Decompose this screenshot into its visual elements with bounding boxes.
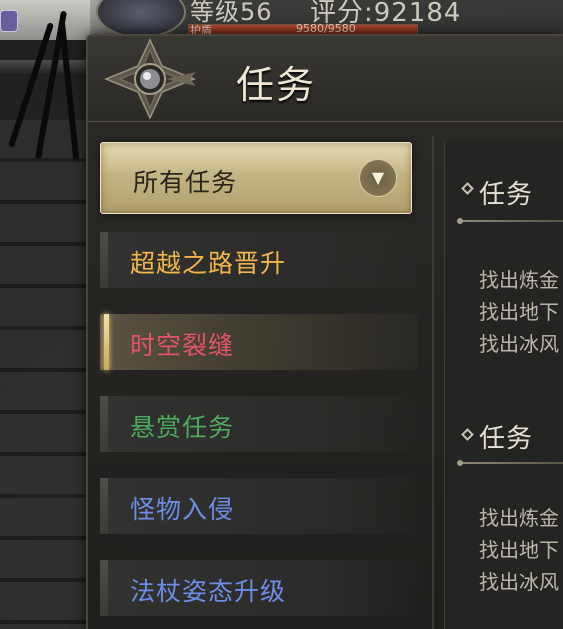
category-label: 时空裂缝 (130, 331, 235, 360)
panel-title: 任务 (236, 63, 317, 107)
diamond-bullet-icon (461, 428, 474, 441)
panel-divider (432, 136, 434, 629)
category-item[interactable]: 悬赏任务 (100, 396, 418, 452)
railing (0, 60, 96, 74)
category-bar (100, 396, 108, 452)
stone-wall (0, 120, 100, 629)
task-panel: 任务 所有任务 ▼ 超越之路晋升 时空裂缝 悬赏任务 怪物入侵 法杖姿态升级 任… (86, 34, 563, 629)
category-item[interactable]: 怪物入侵 (100, 478, 418, 534)
section-divider (457, 218, 563, 224)
category-label: 超越之路晋升 (130, 249, 287, 278)
task-filter-dropdown[interactable]: 所有任务 ▼ (100, 142, 412, 214)
category-item[interactable]: 法杖姿态升级 (100, 560, 418, 616)
panel-header: 任务 (88, 36, 563, 122)
objective-line: 找出地下 (479, 300, 559, 324)
objective-line: 找出冰风 (479, 570, 559, 594)
objective-line: 找出地下 (479, 538, 559, 562)
diamond-bullet-icon (461, 182, 474, 195)
task-category-list: 所有任务 ▼ 超越之路晋升 时空裂缝 悬赏任务 怪物入侵 法杖姿态升级 (98, 140, 428, 629)
objective-line: 找出冰风 (479, 332, 559, 356)
section-title: 任务 (479, 424, 534, 454)
category-bar (100, 478, 108, 534)
section-divider (457, 460, 563, 466)
category-bar-active (104, 314, 109, 370)
section-title: 任务 (479, 180, 534, 210)
map-marker-icon[interactable] (0, 10, 18, 32)
objective-line: 找出炼金 (479, 506, 559, 530)
category-label: 悬赏任务 (130, 413, 235, 442)
dropdown-arrow-icon[interactable]: ▼ (359, 159, 397, 197)
compass-emblem-icon (104, 38, 196, 120)
category-label: 怪物入侵 (130, 495, 235, 524)
objective-line: 找出炼金 (479, 268, 559, 292)
task-detail-pane: 任务 找出炼金 找出地下 找出冰风 任务 找出炼金 找出地下 找出冰风 (444, 140, 563, 629)
task-filter-label: 所有任务 (133, 168, 238, 197)
category-item[interactable]: 超越之路晋升 (100, 232, 418, 288)
category-bar (100, 560, 108, 616)
category-item-selected[interactable]: 时空裂缝 (100, 314, 418, 370)
category-label: 法杖姿态升级 (130, 577, 287, 606)
category-bar (100, 232, 108, 288)
